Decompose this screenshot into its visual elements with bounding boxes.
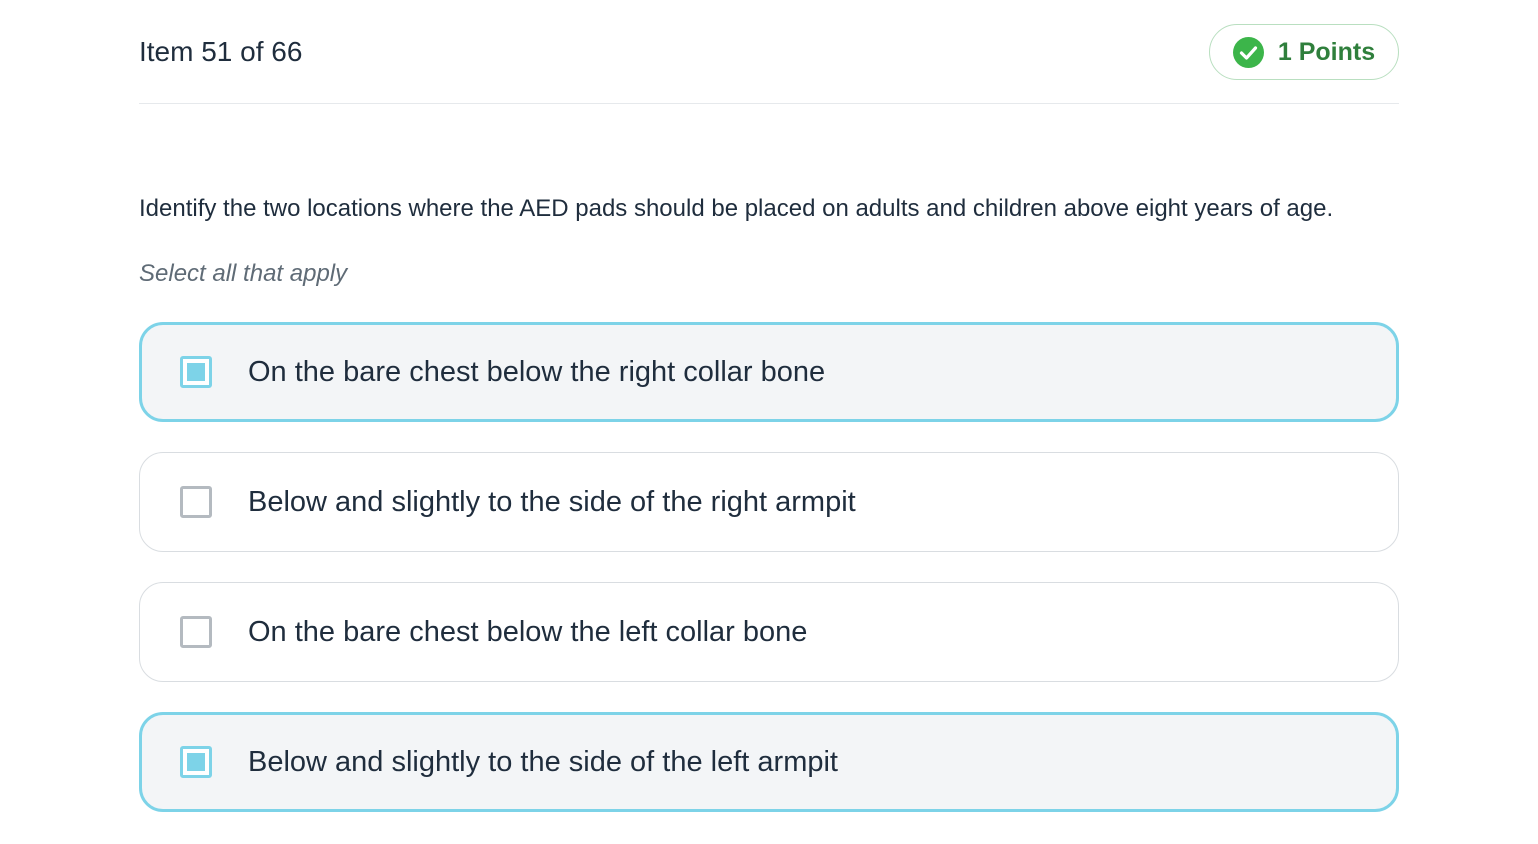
item-header: Item 51 of 66 1 Points	[139, 0, 1399, 104]
answer-option-label: On the bare chest below the left collar …	[248, 615, 808, 648]
check-circle-icon	[1232, 36, 1264, 68]
answer-option-label: Below and slightly to the side of the ri…	[248, 485, 856, 518]
points-badge: 1 Points	[1209, 24, 1399, 80]
answer-option-2[interactable]: Below and slightly to the side of the ri…	[139, 452, 1399, 552]
question-text: Identify the two locations where the AED…	[139, 195, 1334, 222]
answer-option-4[interactable]: Below and slightly to the side of the le…	[139, 712, 1399, 812]
question-panel: Item 51 of 66 1 Points Identify the two …	[139, 0, 1399, 812]
answer-option-3[interactable]: On the bare chest below the left collar …	[139, 582, 1399, 682]
checkbox[interactable]	[180, 746, 212, 778]
checkbox[interactable]	[180, 616, 212, 648]
points-label: 1 Points	[1277, 37, 1376, 66]
question-instruction: Select all that apply	[139, 260, 348, 287]
answer-option-1[interactable]: On the bare chest below the right collar…	[139, 322, 1399, 422]
checkbox-fill	[187, 753, 205, 771]
item-counter: Item 51 of 66	[139, 36, 303, 67]
answer-options: On the bare chest below the right collar…	[139, 322, 1399, 842]
answer-option-label: On the bare chest below the right collar…	[248, 355, 826, 388]
checkbox[interactable]	[180, 486, 212, 518]
answer-option-label: Below and slightly to the side of the le…	[248, 745, 838, 778]
checkbox[interactable]	[180, 356, 212, 388]
checkbox-fill	[187, 363, 205, 381]
